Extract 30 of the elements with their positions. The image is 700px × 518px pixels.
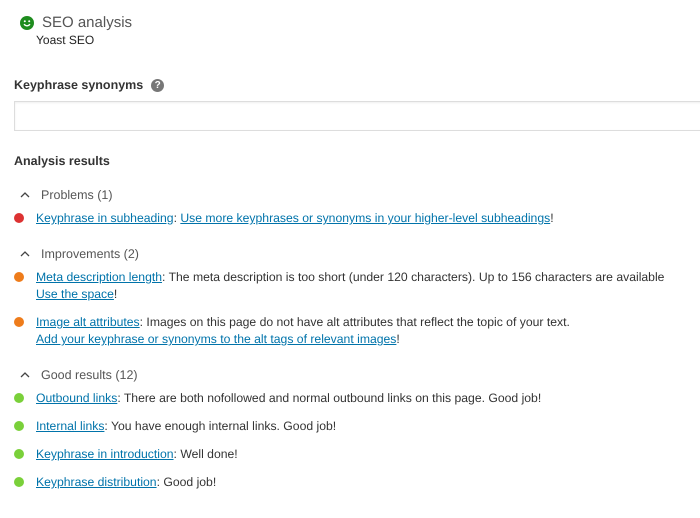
smiley-face-icon (20, 16, 34, 30)
panel-title: SEO analysis (42, 14, 132, 31)
help-icon[interactable]: ? (151, 78, 164, 92)
result-text: Meta description length: The meta description is too short (under 120 characters). Up to 156 characters are available Use the space! (36, 269, 666, 303)
result-text: Keyphrase in introduction: Well done! (36, 446, 239, 463)
chevron-icon (20, 192, 30, 198)
result-link[interactable]: Internal links (36, 419, 104, 433)
result-link[interactable]: Use the space (36, 287, 114, 301)
panel-subtitle: Yoast SEO (35, 33, 96, 47)
group-toggle[interactable]: Good results (12) (14, 368, 138, 382)
group-toggle[interactable]: Improvements (2) (14, 247, 139, 261)
field-label: Keyphrase synonyms (14, 78, 144, 92)
chevron-icon (20, 251, 30, 257)
result-link[interactable]: Add your keyphrase or synonyms to the alt tags of relevant images (36, 332, 396, 346)
result-text: Outbound links: There are both nofollowed and normal outbound links on this page. Good job! (36, 390, 542, 407)
result-text: Keyphrase distribution: Good job! (36, 474, 218, 491)
result-link[interactable]: Keyphrase distribution (36, 475, 157, 489)
result-link[interactable]: Image alt attributes (36, 315, 140, 329)
result-link[interactable]: Meta description length (36, 270, 162, 284)
chevron-icon (20, 372, 30, 378)
group-toggle[interactable]: Problems (1) (14, 188, 113, 202)
result-link[interactable]: Keyphrase in introduction (36, 447, 174, 461)
result-text: Internal links: You have enough internal links. Good job! (36, 418, 338, 435)
result-link[interactable]: Use more keyphrases or synonyms in your higher-level subheadings (180, 211, 550, 225)
synonyms-input-field[interactable] (14, 101, 700, 131)
result-text: Image alt attributes: Images on this page do not have alt attributes that reflect the topic of your text. Add your keyphrase or synonyms to the alt tags of relevant images! (36, 314, 571, 348)
result-text: Keyphrase in subheading: Use more keyphrases or synonyms in your higher-level subheadings! (36, 210, 555, 227)
result-link[interactable]: Keyphrase in subheading (36, 211, 174, 225)
result-link[interactable]: Outbound links (36, 391, 118, 405)
section-heading: Analysis results (14, 154, 111, 168)
